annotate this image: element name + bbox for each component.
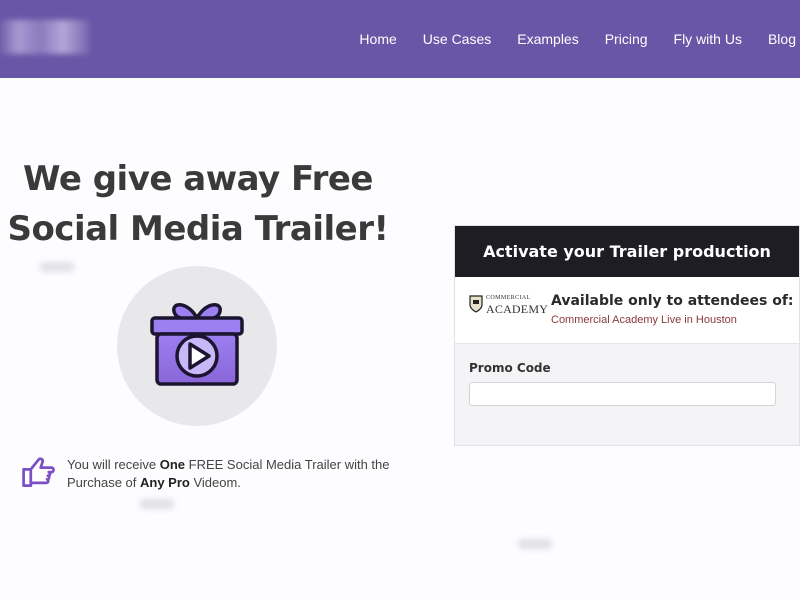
nav-link-use-cases[interactable]: Use Cases bbox=[423, 31, 491, 47]
offer-highlight-one: One bbox=[159, 457, 186, 472]
nav-link-examples[interactable]: Examples bbox=[517, 31, 578, 47]
card-header: Activate your Trailer production bbox=[455, 226, 799, 277]
nav-menu: Home Use Cases Examples Pricing Fly with… bbox=[359, 31, 796, 47]
hero-title-line-2: Social Media Trailer! bbox=[7, 209, 389, 249]
nav-link-fly-with-us[interactable]: Fly with Us bbox=[674, 31, 742, 47]
background-smudge bbox=[518, 539, 552, 549]
card-header-title: Activate your Trailer production bbox=[483, 242, 771, 261]
event-name: Commercial Academy Live in Houston bbox=[551, 314, 737, 326]
background-smudge bbox=[140, 499, 174, 509]
offer-text-part: Videom. bbox=[189, 475, 241, 490]
background-smudge bbox=[40, 262, 74, 272]
hero-title-line-1: We give away Free bbox=[23, 159, 373, 199]
commercial-academy-logo: COMMERCIAL ACADEMY bbox=[469, 292, 549, 318]
academy-logo-top-text: COMMERCIAL bbox=[486, 295, 531, 301]
academy-logo-bottom-text: ACADEMY bbox=[486, 302, 549, 316]
gift-play-icon bbox=[150, 303, 244, 386]
nav-link-blog[interactable]: Blog bbox=[768, 31, 796, 47]
pointing-hand-icon bbox=[22, 457, 55, 487]
nav-link-home[interactable]: Home bbox=[359, 31, 396, 47]
offer-text: You will receive One FREE Social Media T… bbox=[67, 456, 397, 492]
activation-card: Activate your Trailer production COMMERC… bbox=[454, 225, 800, 446]
site-logo-blurred[interactable] bbox=[0, 20, 90, 54]
hero-title: We give away Free Social Media Trailer! bbox=[0, 154, 396, 254]
attendee-info: COMMERCIAL ACADEMY Available only to att… bbox=[455, 277, 799, 344]
top-navbar: Home Use Cases Examples Pricing Fly with… bbox=[0, 0, 800, 78]
promo-code-input[interactable] bbox=[469, 382, 776, 406]
nav-link-pricing[interactable]: Pricing bbox=[605, 31, 648, 47]
offer-text-part: You will receive bbox=[67, 457, 160, 472]
availability-title: Available only to attendees of: bbox=[551, 293, 794, 309]
offer-highlight-any-pro: Any Pro bbox=[140, 475, 190, 490]
promo-code-label: Promo Code bbox=[469, 361, 551, 375]
academy-shield-icon bbox=[469, 295, 483, 313]
